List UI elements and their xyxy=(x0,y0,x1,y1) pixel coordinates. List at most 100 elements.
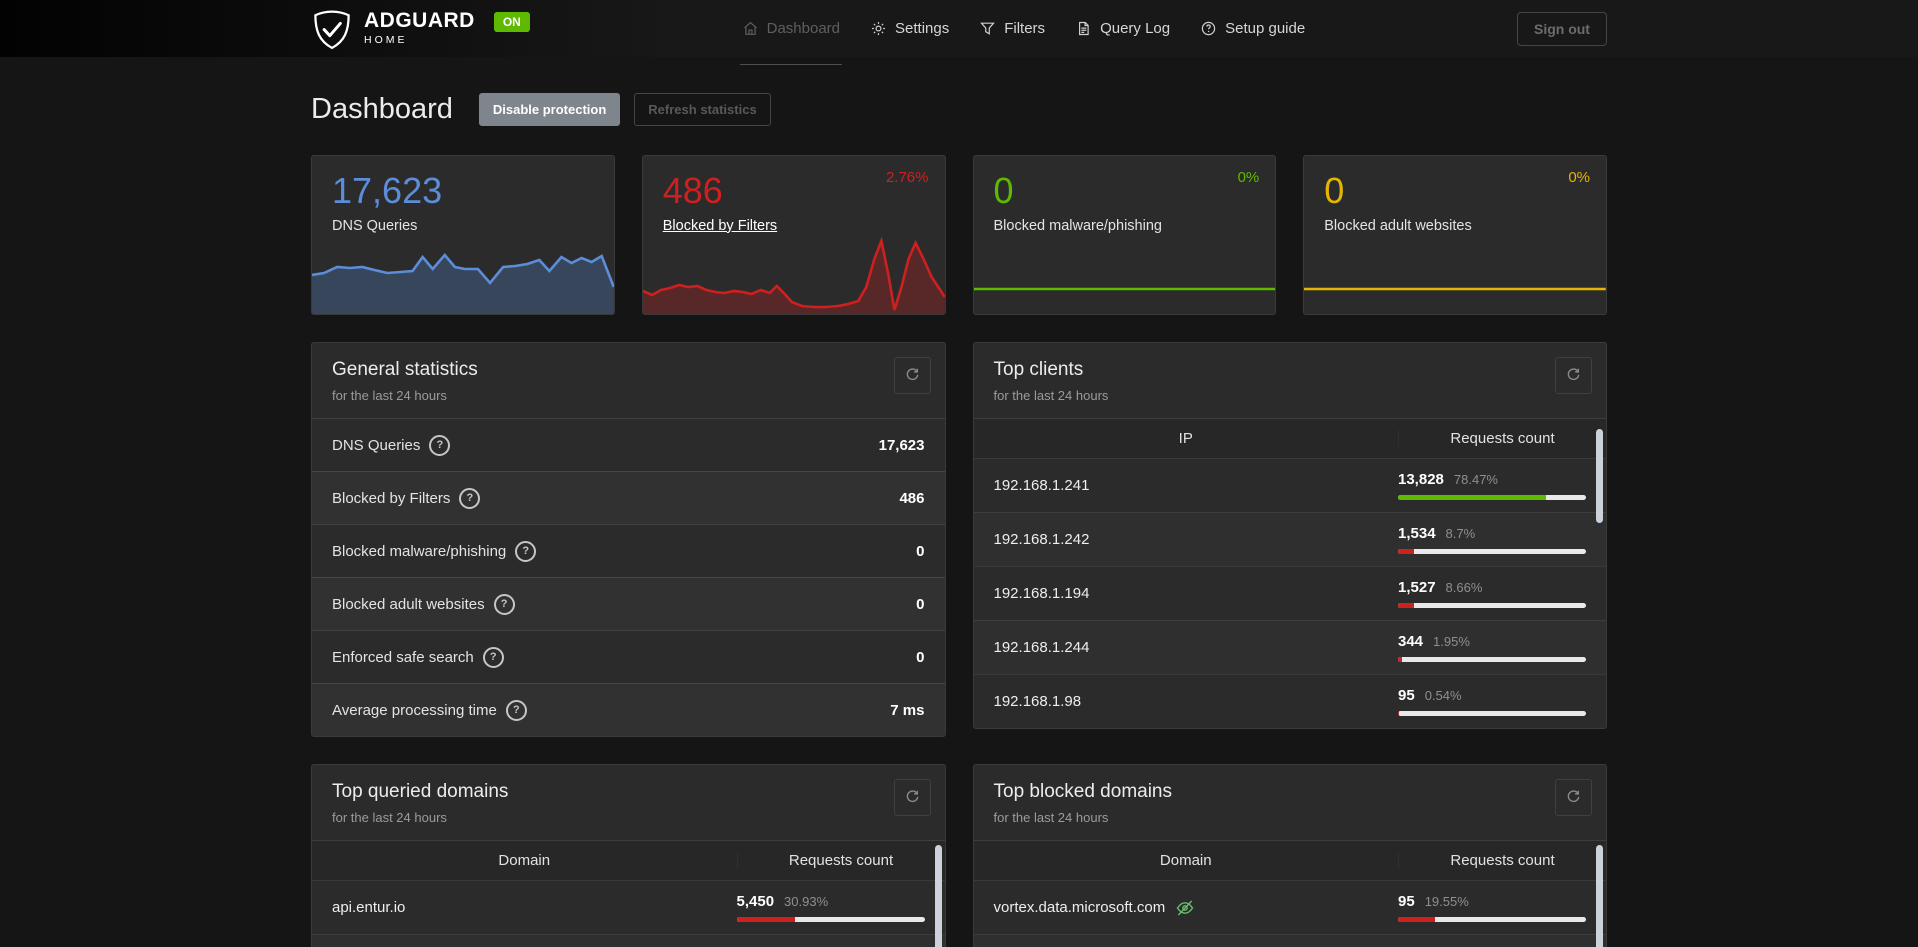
usage-bar-fill xyxy=(1398,548,1415,554)
help-icon[interactable]: ? xyxy=(459,487,481,509)
client-ip-text: 192.168.1.194 xyxy=(993,585,1090,602)
domain-name-text: api.entur.io xyxy=(332,899,406,916)
disable-protection-button[interactable]: Disable protection xyxy=(478,93,621,126)
stat-cards-row: 17,623 DNS Queries 486 Blocked by Filters 2.… xyxy=(311,155,1607,315)
query-log-icon xyxy=(1075,20,1092,37)
top-clients-panel: Top clients for the last 24 hours IP Req… xyxy=(972,342,1607,729)
table-row: 192.168.1.244 344 1.95% xyxy=(973,620,1606,674)
stat-card-value: 0 xyxy=(1324,170,1345,211)
column-header-count: Requests count xyxy=(1398,852,1606,869)
scrollbar-thumb[interactable] xyxy=(934,845,942,947)
statistic-label: DNS Queries? xyxy=(332,434,451,456)
column-header-count: Requests count xyxy=(1398,430,1606,447)
client-ip[interactable]: 192.168.1.244 xyxy=(974,639,1399,656)
refresh-panel-button[interactable] xyxy=(893,357,931,394)
usage-bar xyxy=(1398,548,1586,554)
statistic-row-blocked-malware-phishing: Blocked malware/phishing? 0 xyxy=(312,524,945,577)
request-count: 1,527 xyxy=(1398,578,1436,596)
sparkline-chart xyxy=(312,252,614,314)
domain-name[interactable]: vortex.data.microsoft.com xyxy=(974,898,1399,918)
usage-bar-fill xyxy=(1398,602,1415,608)
table-row: 192.168.1.241 13,828 78.47% xyxy=(973,458,1606,512)
nav-item-setup-guide[interactable]: Setup guide xyxy=(1200,0,1305,57)
nav-item-settings[interactable]: Settings xyxy=(870,0,949,57)
statistic-label-text: Enforced safe search xyxy=(332,648,474,666)
refresh-icon xyxy=(904,366,921,386)
statistic-value: 486 xyxy=(899,489,925,507)
client-ip[interactable]: 192.168.1.242 xyxy=(974,531,1399,548)
sign-out-button[interactable]: Sign out xyxy=(1516,11,1607,46)
help-icon[interactable]: ? xyxy=(429,434,451,456)
sparkline-chart xyxy=(642,236,945,314)
panel-title: Top clients xyxy=(993,359,1084,380)
request-percent: 8.66% xyxy=(1445,579,1483,595)
client-ip[interactable]: 192.168.1.194 xyxy=(974,585,1399,602)
requests-count-cell: 95 0.54% xyxy=(1398,678,1606,726)
nav-item-filters[interactable]: Filters xyxy=(979,0,1045,57)
statistic-value: 17,623 xyxy=(878,436,925,454)
scrollbar-thumb[interactable] xyxy=(1596,429,1603,523)
general-statistics-list: DNS Queries? 17,623 Blocked by Filters? 486… xyxy=(312,418,945,736)
statistic-label-text: Blocked adult websites xyxy=(332,595,485,613)
request-percent: 0.54% xyxy=(1424,687,1462,703)
adguard-home-logo[interactable]: ADGUARD HOME ON xyxy=(311,6,530,52)
count-line: 1,534 8.7% xyxy=(1398,525,1586,542)
sparkline-chart xyxy=(973,287,1276,291)
requests-count-cell: 1,527 8.66% xyxy=(1398,570,1606,618)
gear-icon xyxy=(870,20,887,37)
help-icon[interactable]: ? xyxy=(515,540,537,562)
nav-item-label: Filters xyxy=(1004,20,1046,37)
help-circle-icon xyxy=(1200,20,1217,37)
refresh-panel-button[interactable] xyxy=(1555,779,1592,816)
top-queried-domains-panel: Top queried domains for the last 24 hour… xyxy=(311,764,946,947)
refresh-panel-button[interactable] xyxy=(893,779,931,816)
column-header-domain: Domain xyxy=(1159,852,1212,869)
home-icon xyxy=(742,20,759,37)
client-ip[interactable]: 192.168.1.98 xyxy=(974,693,1399,710)
table-row: 192.168.1.98 95 0.54% xyxy=(973,674,1606,728)
nav-item-dashboard[interactable]: Dashboard xyxy=(739,0,843,65)
top-clients-table: 192.168.1.241 13,828 78.47% 192.168.1.242 1,… xyxy=(973,458,1606,728)
table-header: Domain Requests count xyxy=(973,840,1606,880)
stat-card-dns-queries: 17,623 DNS Queries xyxy=(311,155,615,315)
usage-bar-fill xyxy=(1398,494,1546,500)
stat-card-percent: 2.76% xyxy=(885,169,929,186)
table-row: vortex.data.microsoft.com 95 19.55% xyxy=(973,880,1606,934)
scrollbar-thumb[interactable] xyxy=(1596,845,1603,947)
statistic-value: 7 ms xyxy=(890,701,925,719)
domain-name[interactable]: api.entur.io xyxy=(312,899,737,916)
refresh-statistics-button[interactable]: Refresh statistics xyxy=(634,93,771,126)
table-row: api.entur.io 5,450 30.93% xyxy=(312,880,945,934)
request-count: 95 xyxy=(1398,686,1415,704)
help-icon[interactable]: ? xyxy=(505,699,527,721)
funnel-icon xyxy=(979,20,996,37)
column-header-domain: Domain xyxy=(498,852,551,869)
usage-bar xyxy=(1398,656,1586,662)
client-ip-text: 192.168.1.242 xyxy=(993,531,1090,548)
panel-subtitle: for the last 24 hours xyxy=(332,388,447,403)
requests-count-cell: 344 1.95% xyxy=(1398,624,1606,672)
statistic-label: Average processing time? xyxy=(332,699,527,721)
statistic-value: 0 xyxy=(916,595,925,613)
usage-bar xyxy=(1398,916,1586,922)
request-percent: 8.7% xyxy=(1445,525,1476,541)
statistic-row-blocked-adult-websites: Blocked adult websites? 0 xyxy=(312,577,945,630)
request-count: 95 xyxy=(1398,892,1415,910)
stat-card-percent: 0% xyxy=(1237,169,1260,186)
statistic-label-text: Blocked by Filters xyxy=(332,489,451,507)
eye-off-icon xyxy=(1175,898,1195,918)
refresh-panel-button[interactable] xyxy=(1555,357,1592,394)
usage-bar-fill xyxy=(736,916,795,922)
request-percent: 19.55% xyxy=(1424,893,1469,909)
help-icon[interactable]: ? xyxy=(493,593,515,615)
nav-item-query-log[interactable]: Query Log xyxy=(1075,0,1170,57)
nav-item-label: Settings xyxy=(895,20,950,37)
statistic-value: 0 xyxy=(916,648,925,666)
client-ip[interactable]: 192.168.1.241 xyxy=(974,477,1399,494)
stat-card-blocked-malware-phishing: 0 Blocked malware/phishing 0% xyxy=(972,155,1277,315)
refresh-icon xyxy=(1565,366,1582,386)
table-row-partial xyxy=(973,934,1606,947)
help-icon[interactable]: ? xyxy=(482,646,504,668)
statistic-label-text: Blocked malware/phishing xyxy=(332,542,507,560)
request-count: 5,450 xyxy=(736,892,775,910)
